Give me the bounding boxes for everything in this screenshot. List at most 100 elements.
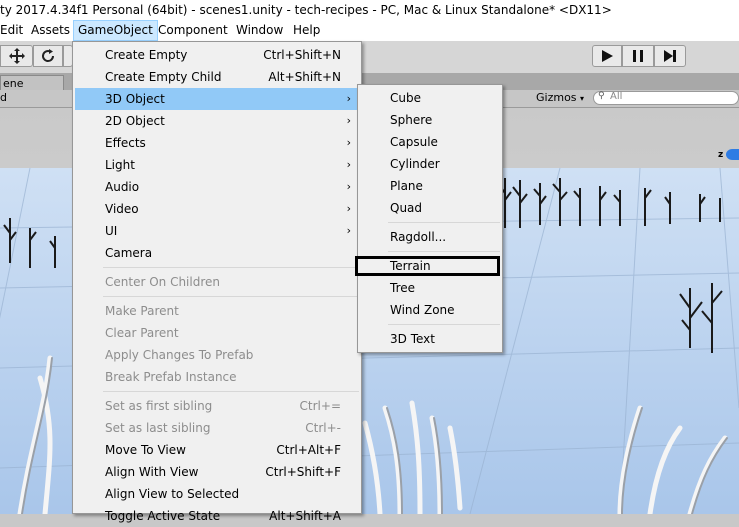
menu-separator: [103, 267, 359, 268]
move-icon: [8, 48, 25, 64]
menu-item-align-with-view[interactable]: Align With View Ctrl+Shift+F: [75, 461, 359, 483]
submenu-item-3d-text[interactable]: 3D Text: [360, 328, 500, 350]
menu-item-label: Apply Changes To Prefab: [105, 348, 254, 362]
3d-object-submenu: Cube Sphere Capsule Cylinder Plane Quad …: [357, 84, 503, 353]
menu-assets[interactable]: Assets: [27, 20, 74, 41]
pause-button[interactable]: [622, 45, 654, 67]
submenu-item-label: Tree: [390, 281, 416, 295]
menu-item-shortcut: Ctrl+=: [299, 399, 341, 413]
window-title-bar: ty 2017.4.34f1 Personal (64bit) - scenes…: [0, 0, 739, 20]
menu-item-label: Video: [105, 202, 139, 216]
menu-item-label: Center On Children: [105, 275, 220, 289]
menu-item-shortcut: Ctrl+Shift+F: [265, 465, 341, 479]
menu-item-create-empty-child[interactable]: Create Empty Child Alt+Shift+N: [75, 66, 359, 88]
menu-item-effects[interactable]: Effects ›: [75, 132, 359, 154]
play-button[interactable]: [592, 45, 622, 67]
menu-separator: [103, 391, 359, 392]
chevron-right-icon: ›: [346, 202, 351, 215]
menu-item-label: Camera: [105, 246, 153, 260]
chevron-right-icon: ›: [346, 92, 351, 105]
submenu-item-wind-zone[interactable]: Wind Zone: [360, 299, 500, 321]
move-tool-button[interactable]: [0, 45, 33, 67]
submenu-item-label: Cube: [390, 91, 421, 105]
submenu-item-quad[interactable]: Quad: [360, 197, 500, 219]
submenu-item-label: Capsule: [390, 135, 438, 149]
menu-item-apply-changes-to-prefab[interactable]: Apply Changes To Prefab: [75, 344, 359, 366]
axis-gizmo-icon[interactable]: [726, 149, 739, 160]
rotate-icon: [42, 49, 55, 62]
menu-item-label: Break Prefab Instance: [105, 370, 237, 384]
chevron-right-icon: ›: [346, 114, 351, 127]
menu-item-label: Move To View: [105, 443, 186, 457]
menu-item-set-first-sibling[interactable]: Set as first sibling Ctrl+=: [75, 395, 359, 417]
menu-item-label: Effects: [105, 136, 146, 150]
chevron-right-icon: ›: [346, 136, 351, 149]
window-title: ty 2017.4.34f1 Personal (64bit) - scenes…: [0, 3, 612, 17]
menu-item-create-empty[interactable]: Create Empty Ctrl+Shift+N: [75, 44, 359, 66]
menu-item-label: Audio: [105, 180, 140, 194]
search-icon: ⚲: [598, 91, 605, 101]
gameobject-menu: Create Empty Ctrl+Shift+N Create Empty C…: [72, 41, 362, 523]
rotate-tool-button[interactable]: [33, 45, 63, 67]
menu-component[interactable]: Component: [154, 20, 232, 41]
submenu-item-label: Cylinder: [390, 157, 440, 171]
menu-help[interactable]: Help: [289, 20, 324, 41]
step-button[interactable]: [654, 45, 686, 67]
submenu-item-tree[interactable]: Tree: [360, 277, 500, 299]
menu-item-audio[interactable]: Audio ›: [75, 176, 359, 198]
menu-item-make-parent[interactable]: Make Parent: [75, 300, 359, 322]
submenu-item-sphere[interactable]: Sphere: [360, 109, 500, 131]
submenu-item-ragdoll[interactable]: Ragdoll...: [360, 226, 500, 248]
tab-scene-label: ene: [3, 77, 24, 90]
menu-item-align-view-to-selected[interactable]: Align View to Selected: [75, 483, 359, 505]
scene-shading-label[interactable]: d: [0, 91, 7, 104]
play-icon: [602, 50, 613, 62]
gizmos-label: Gizmos: [536, 91, 577, 104]
menu-item-toggle-active-state[interactable]: Toggle Active State Alt+Shift+A: [75, 505, 359, 527]
menu-item-label: Create Empty Child: [105, 70, 222, 84]
menu-item-camera[interactable]: Camera: [75, 242, 359, 264]
menu-item-move-to-view[interactable]: Move To View Ctrl+Alt+F: [75, 439, 359, 461]
menu-item-light[interactable]: Light ›: [75, 154, 359, 176]
menu-edit[interactable]: Edit: [0, 20, 27, 41]
menu-item-set-last-sibling[interactable]: Set as last sibling Ctrl+-: [75, 417, 359, 439]
menu-item-3d-object[interactable]: 3D Object ›: [75, 88, 359, 110]
submenu-item-label: 3D Text: [390, 332, 435, 346]
gizmos-dropdown[interactable]: Gizmos ▾: [536, 91, 584, 104]
menu-item-ui[interactable]: UI ›: [75, 220, 359, 242]
submenu-item-plane[interactable]: Plane: [360, 175, 500, 197]
submenu-item-cylinder[interactable]: Cylinder: [360, 153, 500, 175]
menu-item-label: UI: [105, 224, 118, 238]
menu-item-label: Set as first sibling: [105, 399, 213, 413]
terrain-highlight-box: [355, 256, 500, 276]
menu-item-shortcut: Ctrl+Alt+F: [276, 443, 341, 457]
menu-item-label: Set as last sibling: [105, 421, 211, 435]
menu-separator: [388, 324, 500, 325]
chevron-down-icon: ▾: [580, 94, 585, 103]
menu-gameobject[interactable]: GameObject: [73, 20, 158, 41]
tab-scene[interactable]: ene: [0, 75, 64, 90]
menu-item-center-on-children[interactable]: Center On Children: [75, 271, 359, 293]
submenu-item-label: Wind Zone: [390, 303, 455, 317]
scene-search-input[interactable]: ⚲ All: [593, 91, 739, 105]
menu-item-2d-object[interactable]: 2D Object ›: [75, 110, 359, 132]
menu-item-label: 3D Object: [105, 92, 165, 106]
submenu-item-label: Ragdoll...: [390, 230, 447, 244]
submenu-item-cube[interactable]: Cube: [360, 87, 500, 109]
chevron-right-icon: ›: [346, 180, 351, 193]
menu-window[interactable]: Window: [232, 20, 287, 41]
submenu-item-capsule[interactable]: Capsule: [360, 131, 500, 153]
menu-item-label: Make Parent: [105, 304, 179, 318]
submenu-item-label: Sphere: [390, 113, 433, 127]
menu-item-break-prefab-instance[interactable]: Break Prefab Instance: [75, 366, 359, 388]
menu-separator: [388, 251, 500, 252]
menu-item-label: Align With View: [105, 465, 199, 479]
menu-item-label: Align View to Selected: [105, 487, 240, 501]
search-placeholder: All: [610, 91, 623, 102]
menu-separator: [388, 222, 500, 223]
menu-item-clear-parent[interactable]: Clear Parent: [75, 322, 359, 344]
menu-bar: Edit Assets GameObject Component Window …: [0, 20, 739, 42]
menu-item-video[interactable]: Video ›: [75, 198, 359, 220]
menu-item-label: Light: [105, 158, 135, 172]
chevron-right-icon: ›: [346, 158, 351, 171]
